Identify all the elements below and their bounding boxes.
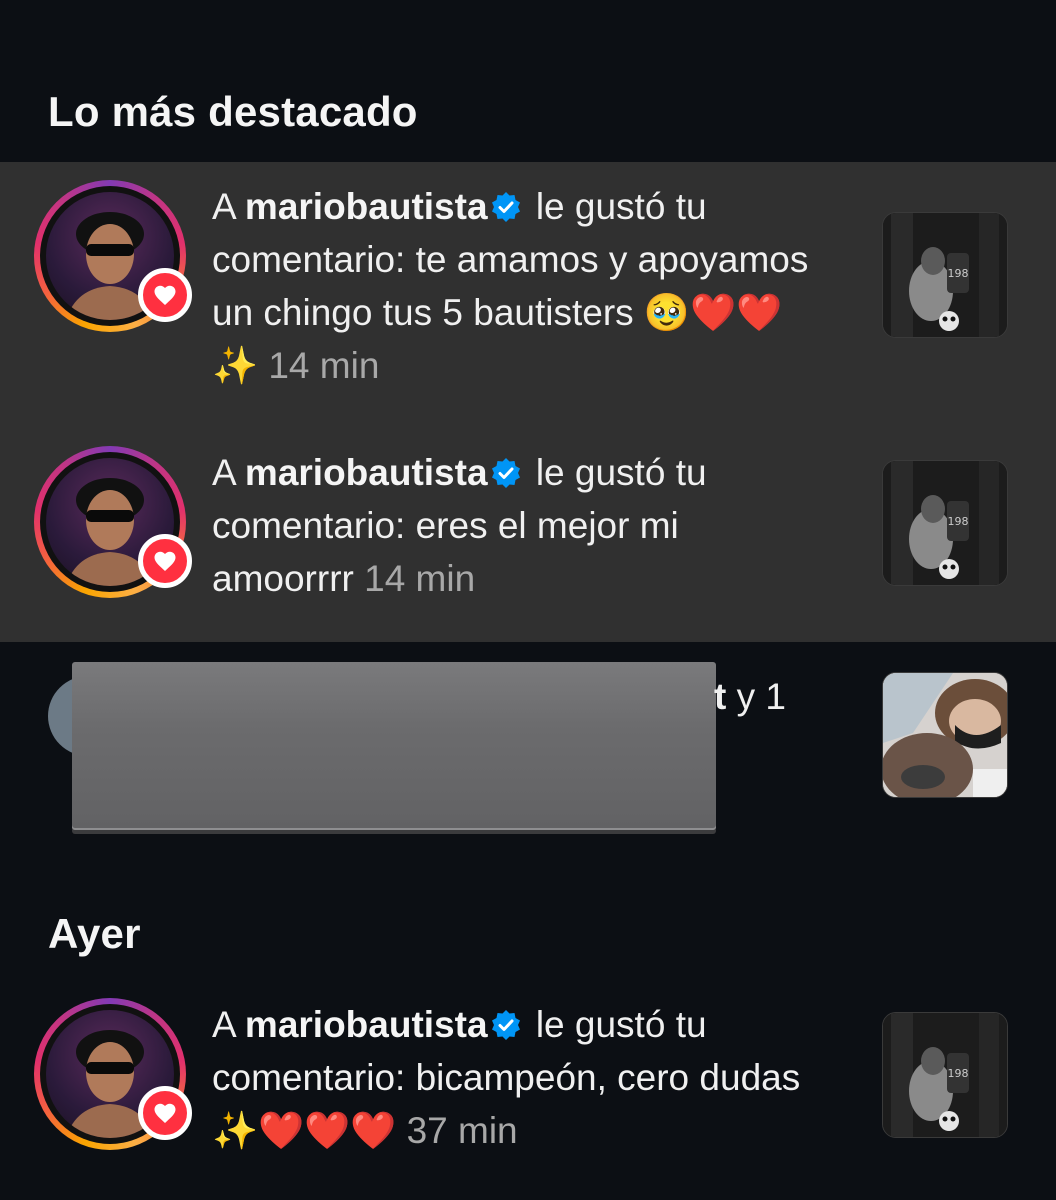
verified-badge-icon [491, 458, 520, 488]
verified-badge-icon [491, 192, 520, 222]
post-thumbnail[interactable] [882, 672, 1008, 798]
redaction-overlay [72, 662, 716, 830]
section-title-highlights: Lo más destacado [48, 88, 418, 135]
timestamp: 14 min [268, 345, 380, 386]
post-thumbnail[interactable]: 198 [882, 1012, 1008, 1138]
heart-icon [154, 285, 176, 305]
post-thumbnail[interactable]: 198 [882, 460, 1008, 586]
like-badge [138, 268, 192, 322]
heart-icon [154, 551, 176, 571]
timestamp: 37 min [406, 1110, 518, 1151]
username[interactable]: mariobautista [245, 186, 488, 227]
svg-text:198: 198 [948, 515, 969, 528]
notification-text: A mariobautista le gustó tu comentario: … [212, 1004, 801, 1151]
verified-badge-icon [491, 1010, 520, 1040]
section-title-yesterday: Ayer [48, 910, 141, 957]
like-badge [138, 1086, 192, 1140]
notification-text: A mariobautista le gustó tu comentario: … [212, 186, 809, 386]
avatar[interactable] [34, 180, 192, 332]
notification-text: A mariobautista le gustó tu comentario: … [212, 452, 707, 599]
avatar[interactable] [34, 998, 192, 1150]
timestamp: 14 min [364, 558, 476, 599]
svg-text:198: 198 [948, 1067, 969, 1080]
heart-icon [154, 1103, 176, 1123]
like-badge [138, 534, 192, 588]
post-thumbnail[interactable]: 198 [882, 212, 1008, 338]
username[interactable]: mariobautista [245, 452, 488, 493]
svg-text:198: 198 [948, 267, 969, 280]
notification-text-partial: t y 1 [714, 676, 786, 717]
avatar[interactable] [34, 446, 192, 598]
username[interactable]: mariobautista [245, 1004, 488, 1045]
